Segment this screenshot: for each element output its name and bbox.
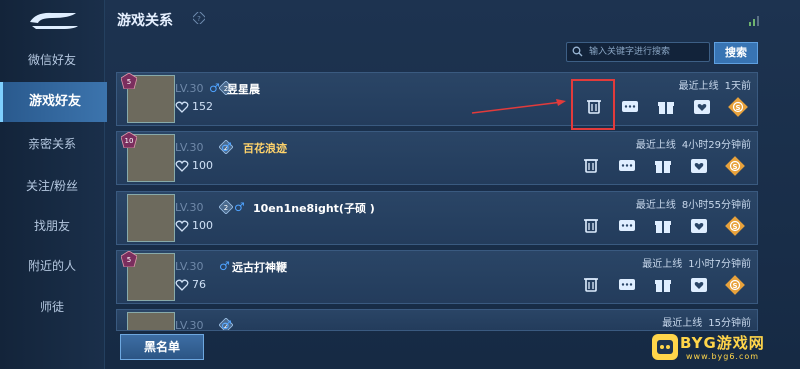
watermark-text: BYG游戏网 <box>680 334 765 352</box>
intimacy-value: 152 <box>192 100 213 113</box>
sidebar-item-wechat-friends[interactable]: 微信好友 <box>0 40 104 80</box>
coin-icon[interactable]: S <box>728 97 748 117</box>
friend-card[interactable]: 5 LV.30 152 2 ♂ 昱星晨 最近上线 1天前 S <box>116 72 758 126</box>
gift-icon[interactable] <box>653 216 673 236</box>
gift-icon[interactable] <box>653 156 673 176</box>
blacklist-button[interactable]: 黑名单 <box>120 334 204 360</box>
last-online: 最近上线 15分钟前 <box>656 314 751 329</box>
sidebar-item-nearby[interactable]: 附近的人 <box>0 246 104 286</box>
svg-text:S: S <box>732 223 737 231</box>
rank-number: 5 <box>127 78 131 86</box>
honor-badge-icon: 2 <box>219 200 233 214</box>
rank-badge-icon: 5 <box>121 251 137 267</box>
page-title: 游戏关系 <box>117 13 173 29</box>
sidebar-item-follow[interactable]: 关注/粉丝 <box>0 166 104 206</box>
watermark-url: www.byg6.com <box>686 352 760 361</box>
rank-badge-icon: 10 <box>121 132 137 148</box>
last-online-label: 最近上线 <box>635 200 676 211</box>
rank-badge-icon: 5 <box>121 73 137 89</box>
intimacy-count: 76 <box>175 278 206 291</box>
level-label: LV.30 <box>175 141 204 154</box>
heart-icon <box>175 160 189 172</box>
friend-name[interactable]: 昱星晨 <box>227 81 260 97</box>
heart-icon[interactable] <box>689 156 709 176</box>
last-online: 最近上线 4小时29分钟前 <box>630 136 751 151</box>
heart-icon <box>175 220 189 232</box>
sidebar: 微信好友 游戏好友 亲密关系 关注/粉丝 找朋友 附近的人 师徒 <box>0 0 107 369</box>
intimacy-count: 100 <box>175 159 213 172</box>
level-label: LV.30 <box>175 82 204 95</box>
level-label: LV.30 <box>175 201 204 214</box>
sidebar-item-game-friends[interactable]: 游戏好友 <box>0 82 107 122</box>
heart-icon <box>175 279 189 291</box>
back-icon[interactable] <box>22 8 82 32</box>
heart-icon[interactable] <box>692 97 712 117</box>
coin-icon[interactable]: S <box>725 216 745 236</box>
svg-text:?: ? <box>197 15 201 23</box>
gender-male-icon: ♂ <box>209 81 220 95</box>
sidebar-item-find-friends[interactable]: 找朋友 <box>0 206 104 246</box>
avatar[interactable] <box>127 194 175 242</box>
search-icon <box>572 46 583 57</box>
rank-number: 5 <box>127 256 131 264</box>
gender-male-icon: ♂ <box>219 259 230 273</box>
delete-icon[interactable] <box>581 275 601 295</box>
chat-icon[interactable] <box>617 216 637 236</box>
chat-icon[interactable] <box>617 275 637 295</box>
coin-icon[interactable]: S <box>725 156 745 176</box>
last-online: 最近上线 8小时55分钟前 <box>630 196 751 211</box>
friend-card[interactable]: LV.30 100 2 ♂ 10en1ne8ight(子硕 ) 最近上线 8小时55分钟前 S <box>116 191 758 245</box>
level-label: LV.30 <box>175 319 204 331</box>
svg-text:S: S <box>732 282 737 290</box>
avatar[interactable] <box>127 312 175 330</box>
intimacy-value: 100 <box>192 219 213 232</box>
annotation-arrow-icon <box>471 99 566 114</box>
friend-card[interactable]: 5 LV.30 76 ♂ 远古打神鞭 最近上线 1小时7分钟前 S <box>116 250 758 304</box>
heart-icon[interactable] <box>689 216 709 236</box>
signal-icon <box>749 16 759 26</box>
svg-text:2: 2 <box>224 204 228 212</box>
sidebar-item-mentor[interactable]: 师徒 <box>0 287 104 327</box>
search-field[interactable] <box>566 42 710 62</box>
gift-icon[interactable] <box>653 275 673 295</box>
search-input[interactable] <box>589 43 705 61</box>
gender-male-icon: ♂ <box>221 140 232 154</box>
delete-icon[interactable] <box>581 156 601 176</box>
last-online-time: 4小时29分钟前 <box>681 140 751 151</box>
level-label: LV.30 <box>175 260 204 273</box>
chat-icon[interactable] <box>617 156 637 176</box>
heart-icon[interactable] <box>689 275 709 295</box>
last-online-label: 最近上线 <box>678 81 719 92</box>
gender-male-icon: ♂ <box>234 200 245 214</box>
friend-name[interactable]: 10en1ne8ight(子硕 ) <box>253 200 375 216</box>
svg-text:S: S <box>732 163 737 171</box>
last-online: 最近上线 1小时7分钟前 <box>636 255 751 270</box>
svg-text:S: S <box>735 104 740 112</box>
delete-icon[interactable] <box>581 216 601 236</box>
last-online-label: 最近上线 <box>635 140 676 151</box>
chat-icon[interactable] <box>620 97 640 117</box>
intimacy-count: 152 <box>175 100 213 113</box>
friend-name[interactable]: 远古打神鞭 <box>232 259 287 275</box>
intimacy-value: 76 <box>192 278 206 291</box>
help-icon[interactable]: ? <box>193 12 205 24</box>
friend-name[interactable]: 百花浪迹 <box>243 140 287 156</box>
last-online-time: 8小时55分钟前 <box>681 200 751 211</box>
coin-icon[interactable]: S <box>725 275 745 295</box>
last-online: 最近上线 1天前 <box>673 77 751 92</box>
search-button[interactable]: 搜索 <box>714 42 758 64</box>
last-online-time: 1小时7分钟前 <box>688 259 751 270</box>
last-online-time: 1天前 <box>724 81 751 92</box>
rank-number: 10 <box>125 137 134 145</box>
highlight-box <box>571 79 615 130</box>
friend-card[interactable]: 10 LV.30 100 2 ♂ 百花浪迹 最近上线 4小时29分钟前 S <box>116 131 758 185</box>
intimacy-value: 100 <box>192 159 213 172</box>
sidebar-item-intimate[interactable]: 亲密关系 <box>0 124 104 164</box>
gender-male-icon: ♂ <box>221 318 232 331</box>
last-online-label: 最近上线 <box>642 259 683 270</box>
intimacy-count: 100 <box>175 219 213 232</box>
heart-icon <box>175 101 189 113</box>
gift-icon[interactable] <box>656 97 676 117</box>
